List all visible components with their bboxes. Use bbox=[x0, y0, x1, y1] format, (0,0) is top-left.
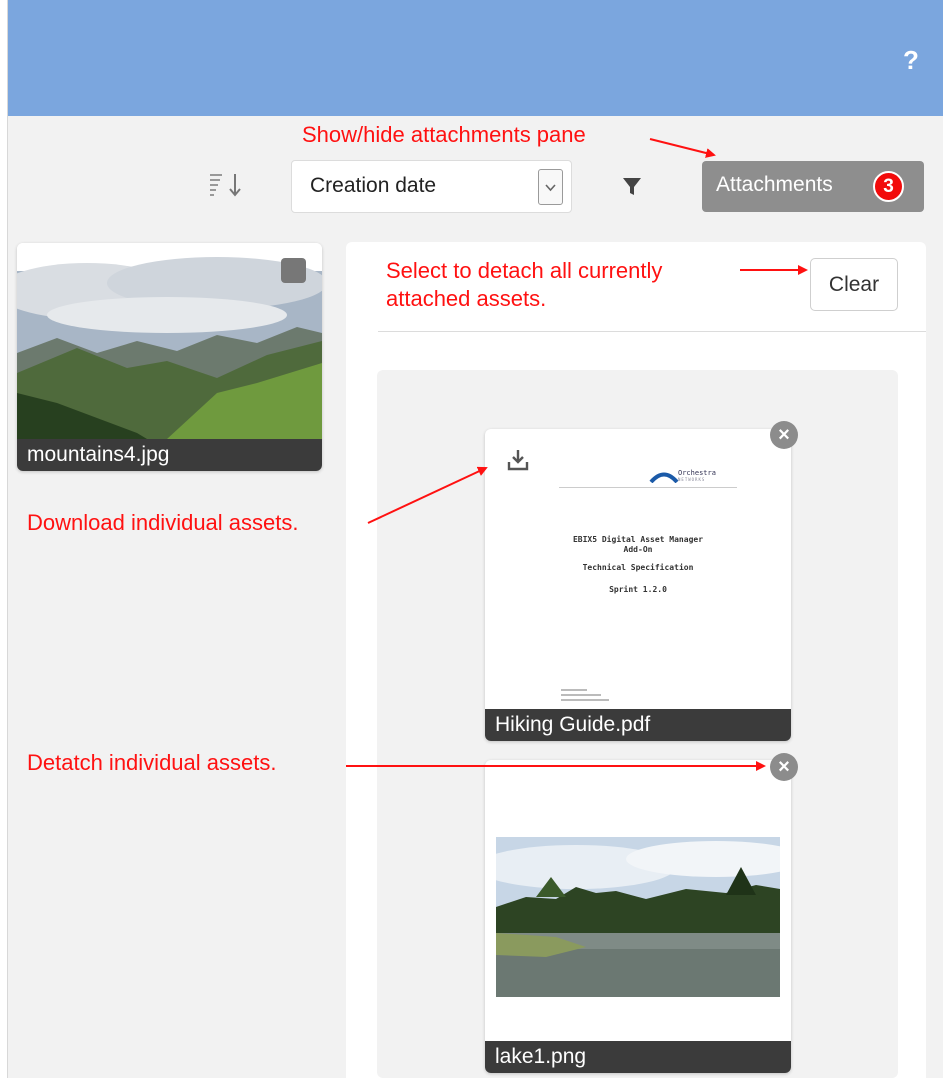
mountain-thumbnail bbox=[17, 243, 322, 439]
attachments-label: Attachments bbox=[716, 173, 833, 196]
annotation-detach: Detatch individual assets. bbox=[27, 750, 277, 775]
library-asset-card[interactable]: mountains4.jpg bbox=[17, 243, 322, 471]
select-checkbox[interactable] bbox=[281, 258, 306, 283]
pdf-title-line: Sprint 1.2.0 bbox=[609, 585, 667, 594]
annotation-show-hide: Show/hide attachments pane bbox=[302, 122, 586, 147]
annotation-download: Download individual assets. bbox=[27, 510, 299, 535]
pdf-title-line: EBIX5 Digital Asset Manager bbox=[572, 535, 704, 544]
clear-button[interactable]: Clear bbox=[810, 258, 898, 311]
left-edge bbox=[0, 0, 8, 1078]
pdf-rule bbox=[559, 487, 737, 488]
asset-name: Hiking Guide.pdf bbox=[485, 709, 791, 741]
orchestra-logo-icon bbox=[649, 472, 679, 483]
attachments-toggle-button[interactable]: Attachments 3 bbox=[702, 161, 924, 212]
attached-asset-card[interactable]: lake1.png bbox=[485, 760, 791, 1073]
pdf-footer-line bbox=[561, 689, 587, 691]
annotation-select-detach: attached assets. bbox=[386, 286, 547, 311]
pdf-title-line: Add-On bbox=[623, 545, 653, 554]
chevron-down-icon[interactable] bbox=[538, 169, 563, 205]
filter-icon[interactable] bbox=[620, 174, 644, 198]
sort-select-value: Creation date bbox=[310, 174, 437, 197]
pdf-footer-line bbox=[561, 694, 601, 696]
logo-subtext: NETWORKS bbox=[678, 477, 706, 482]
sort-order-icon[interactable] bbox=[206, 170, 246, 200]
annotation-select-detach: Select to detach all currently bbox=[386, 258, 663, 283]
detach-close-icon[interactable]: × bbox=[770, 753, 798, 781]
attachments-count-badge: 3 bbox=[873, 171, 904, 202]
detach-close-icon[interactable]: × bbox=[770, 421, 798, 449]
lake-thumbnail bbox=[496, 837, 780, 997]
help-button[interactable]: ? bbox=[896, 40, 926, 80]
pdf-footer-line bbox=[561, 699, 609, 701]
download-icon[interactable] bbox=[505, 447, 531, 473]
pdf-preview: Orchestra NETWORKS EBIX5 Digital Asset M… bbox=[489, 433, 787, 709]
pdf-title-line: Technical Specification bbox=[582, 563, 694, 572]
logo-text: Orchestra bbox=[678, 469, 716, 477]
asset-name: lake1.png bbox=[485, 1041, 791, 1073]
header-bar: ? bbox=[8, 0, 943, 116]
divider bbox=[378, 331, 926, 332]
asset-name: mountains4.jpg bbox=[17, 439, 322, 471]
sort-select[interactable]: Creation date bbox=[291, 160, 572, 213]
attached-asset-card[interactable]: Orchestra NETWORKS EBIX5 Digital Asset M… bbox=[485, 429, 791, 741]
